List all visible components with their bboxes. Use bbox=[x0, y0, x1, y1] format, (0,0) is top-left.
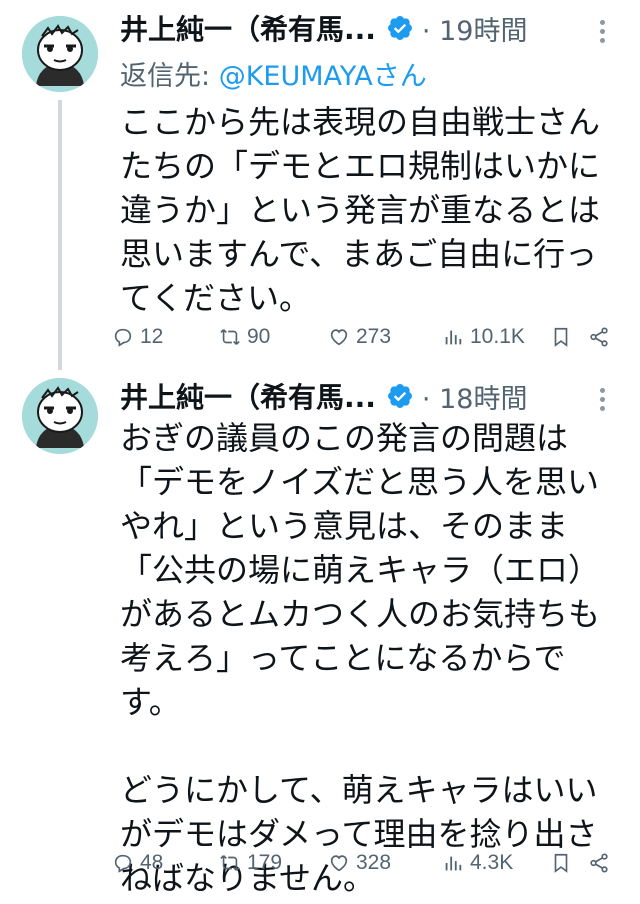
tweet-time[interactable]: · 19時間 bbox=[422, 9, 528, 48]
reply-count: 12 bbox=[140, 325, 164, 348]
heart-icon bbox=[330, 329, 348, 346]
tweet-paragraph: ここから先は表現の自由戦士さんたちの「デモとエロ規制はいかに違うか」という発言が… bbox=[120, 103, 601, 317]
retweet-icon bbox=[220, 329, 240, 345]
share-button[interactable] bbox=[588, 846, 616, 880]
tweet-actions: 12 90 273 10.1K bbox=[112, 320, 618, 354]
verified-badge-icon bbox=[387, 384, 412, 408]
reply-count: 48 bbox=[140, 851, 164, 874]
like-button[interactable]: 273 bbox=[328, 320, 391, 354]
author-name[interactable]: 井上純一（希有馬... bbox=[120, 376, 376, 416]
tweet-header: 井上純一（希有馬... · 19時間 bbox=[120, 8, 527, 48]
avatar-face-icon bbox=[22, 16, 98, 92]
retweet-button[interactable]: 179 bbox=[219, 846, 282, 880]
like-count: 328 bbox=[356, 851, 392, 874]
tweet-time[interactable]: · 18時間 bbox=[422, 377, 528, 416]
reply-icon bbox=[114, 328, 132, 347]
reply-to-line: 返信先: @KEUMAYAさん bbox=[120, 54, 427, 93]
share-icon bbox=[590, 853, 608, 873]
share-button[interactable] bbox=[588, 320, 616, 354]
reply-icon bbox=[114, 854, 132, 873]
author-name[interactable]: 井上純一（希有馬... bbox=[120, 8, 376, 48]
like-count: 273 bbox=[356, 325, 392, 348]
avatar[interactable] bbox=[22, 16, 98, 92]
tweet-actions: 48 179 328 4.3K bbox=[112, 846, 618, 880]
thread-connector bbox=[58, 100, 62, 370]
more-options-icon[interactable] bbox=[596, 388, 608, 414]
tweet-paragraph: どうにかして、萌えキャラはいいがデモはダメって理由を捻り出さねばなりません。 bbox=[120, 771, 598, 897]
verified-badge-icon bbox=[387, 16, 412, 40]
bookmark-button[interactable] bbox=[550, 846, 578, 880]
retweet-button[interactable]: 90 bbox=[219, 320, 270, 354]
retweet-count: 90 bbox=[247, 325, 271, 348]
more-options-icon[interactable] bbox=[596, 20, 608, 46]
views-button[interactable]: 10.1K bbox=[442, 320, 525, 354]
tweet-header: 井上純一（希有馬... · 18時間 bbox=[120, 376, 527, 416]
bookmark-icon bbox=[554, 853, 568, 873]
avatar[interactable] bbox=[22, 378, 98, 454]
tweet-paragraph: おぎの議員のこの発言の問題は「デモをノイズだと思う人を思いやれ」という意見は、そ… bbox=[120, 419, 601, 721]
retweet-count: 179 bbox=[247, 851, 283, 874]
heart-icon bbox=[330, 855, 348, 872]
like-button[interactable]: 328 bbox=[328, 846, 391, 880]
avatar-face-icon bbox=[22, 378, 98, 454]
views-button[interactable]: 4.3K bbox=[442, 846, 513, 880]
analytics-icon bbox=[445, 856, 462, 871]
tweet-text: おぎの議員のこの発言の問題は「デモをノイズだと思う人を思いやれ」という意見は、そ… bbox=[120, 416, 620, 900]
view-count: 10.1K bbox=[470, 325, 525, 348]
reply-to-label: 返信先: bbox=[120, 61, 219, 92]
reply-button[interactable]: 48 bbox=[112, 846, 163, 880]
reply-button[interactable]: 12 bbox=[112, 320, 163, 354]
share-icon bbox=[590, 327, 608, 347]
bookmark-icon bbox=[554, 327, 568, 347]
analytics-icon bbox=[445, 330, 462, 345]
bookmark-button[interactable] bbox=[550, 320, 578, 354]
retweet-icon bbox=[220, 855, 240, 871]
tweet-text: ここから先は表現の自由戦士さんたちの「デモとエロ規制はいかに違うか」という発言が… bbox=[120, 100, 620, 320]
view-count: 4.3K bbox=[470, 851, 514, 874]
reply-to-handle-link[interactable]: @KEUMAYAさん bbox=[219, 61, 427, 92]
